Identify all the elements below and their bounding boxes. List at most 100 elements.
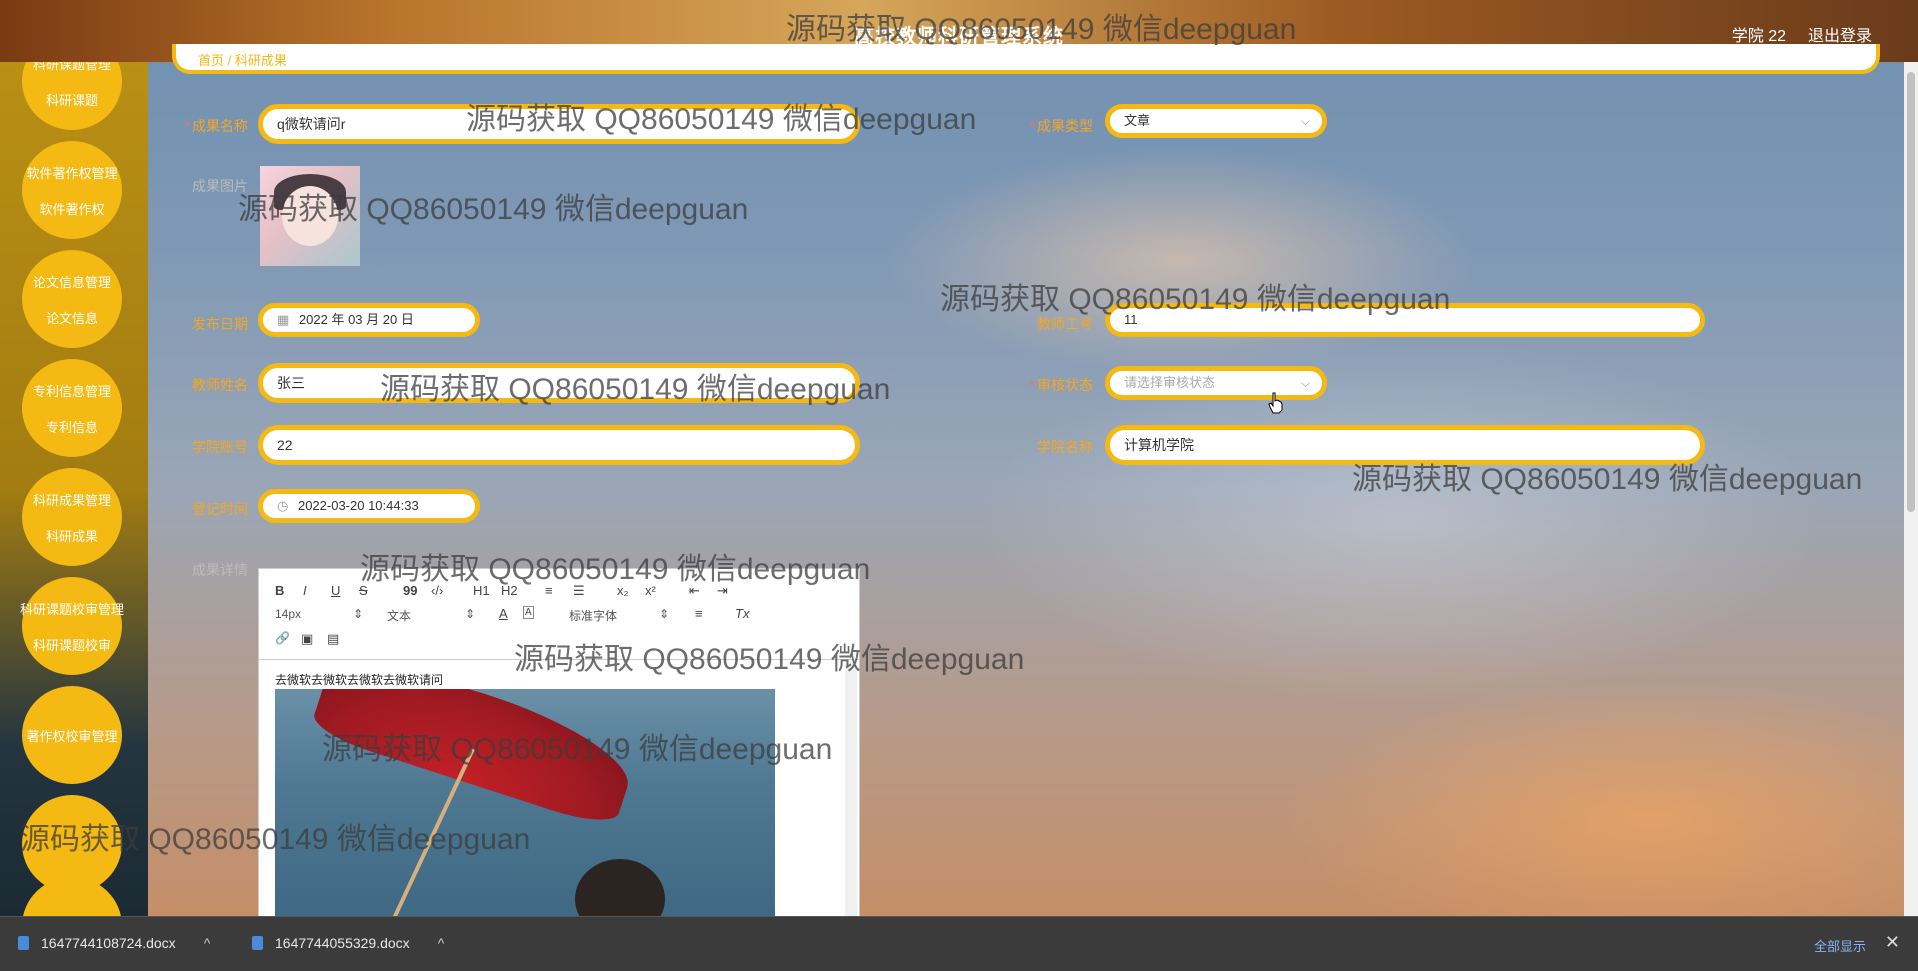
link-icon[interactable]: 🔗	[275, 631, 290, 645]
chevron-down-icon: ⌵	[1300, 376, 1310, 390]
underline-button[interactable]: U	[331, 583, 340, 598]
name-label: * 成果名称	[184, 118, 248, 134]
sidebar-item-topic-review[interactable]: 科研课题校审管理 科研课题校审	[20, 577, 124, 675]
blockquote-button[interactable]: 99	[403, 583, 417, 598]
sidebar-item-research-topic[interactable]: 科研课题管理 科研课题	[22, 62, 122, 130]
college-no-input[interactable]: 22	[258, 425, 860, 465]
type-select-value: 文章	[1124, 113, 1151, 128]
breadcrumb: 首页 / 科研成果	[172, 44, 1880, 74]
font-size-select[interactable]: 14px	[275, 607, 301, 621]
download-item[interactable]: 1647744108724.docx ^	[18, 935, 210, 951]
register-time-label: 登记时间	[192, 501, 248, 517]
image-label: 成果图片	[192, 178, 248, 194]
editor-content-text[interactable]: 去微软去微软去微软去微软请问	[275, 671, 443, 688]
download-item[interactable]: 1647744055329.docx ^	[252, 935, 444, 951]
chevron-up-icon[interactable]: ^	[204, 935, 211, 951]
sidebar-subitem-label[interactable]: 科研课题校审	[0, 635, 148, 654]
editor-content-image[interactable]	[275, 689, 775, 929]
download-filename: 1647744108724.docx	[41, 935, 176, 951]
sidebar-item-label: 论文信息管理	[32, 275, 111, 290]
date-value: 2022 年 03 月 20 日	[298, 312, 414, 327]
italic-button[interactable]: I	[303, 583, 307, 598]
date-label: 发布日期	[192, 316, 248, 332]
sidebar-subitem-label[interactable]: 科研课题	[0, 90, 148, 109]
sidebar-item-label: 软件著作权管理	[26, 166, 118, 181]
sidebar-item-research-results[interactable]: 科研成果管理 科研成果	[22, 468, 122, 566]
download-filename: 1647744055329.docx	[275, 935, 410, 951]
result-image-thumbnail[interactable]	[260, 166, 360, 266]
superscript-button[interactable]: x²	[645, 583, 656, 598]
register-time-picker[interactable]: ◷ 2022-03-20 10:44:33	[258, 489, 480, 523]
chevron-updown-icon: ⇕	[465, 607, 476, 621]
sidebar-item-software-copyright[interactable]: 软件著作权管理 软件著作权	[22, 141, 122, 239]
h1-button[interactable]: H1	[473, 583, 490, 598]
logout-button[interactable]: 退出登录	[1808, 22, 1872, 46]
rich-text-editor[interactable]: B I U S 99 ‹/› H1 H2 ≡ ☰ x₂ x² ⇤ ⇥ 14px …	[258, 568, 860, 929]
indent-button[interactable]: ⇥	[717, 583, 728, 599]
teacher-no-label: 教师工号	[1037, 316, 1093, 332]
sidebar-subitem-label[interactable]: 专利信息	[0, 417, 148, 436]
type-select[interactable]: 文章 ⌵	[1105, 104, 1327, 138]
align-button[interactable]: ≡	[695, 606, 703, 621]
strike-button[interactable]: S	[359, 583, 368, 598]
register-time-value: 2022-03-20 10:44:33	[297, 498, 419, 513]
chevron-up-icon[interactable]: ^	[438, 935, 445, 951]
sidebar-item-patent-info[interactable]: 专利信息管理 专利信息	[22, 359, 122, 457]
subscript-button[interactable]: x₂	[617, 583, 629, 598]
type-label: * 成果类型	[1029, 118, 1093, 134]
chevron-updown-icon: ⇕	[353, 607, 364, 621]
show-all-downloads-link[interactable]: 全部显示	[1814, 936, 1866, 955]
sidebar-item-label: 科研课题管理	[32, 62, 111, 72]
name-input[interactable]: q微软请问r	[258, 104, 860, 144]
review-status-select[interactable]: 请选择审核状态 ⌵	[1105, 366, 1327, 400]
college-name-label: 学院名称	[1037, 439, 1093, 455]
text-format-select[interactable]: 文本	[387, 607, 411, 624]
video-icon[interactable]: ▤	[327, 631, 339, 647]
close-icon[interactable]: ✕	[1885, 932, 1900, 953]
hand-cursor-icon	[1268, 392, 1283, 414]
user-label: 学院 22	[1731, 28, 1786, 45]
ordered-list-button[interactable]: ≡	[545, 583, 553, 598]
chevron-updown-icon: ⇕	[659, 607, 670, 621]
review-status-label: * 审核状态	[1029, 377, 1093, 393]
font-family-select[interactable]: 标准字体	[569, 607, 617, 624]
page-scrollbar-thumb[interactable]	[1907, 72, 1915, 512]
college-no-label: 学院账号	[192, 439, 248, 455]
bullet-list-button[interactable]: ☰	[573, 583, 585, 599]
outdent-button[interactable]: ⇤	[689, 583, 700, 599]
sidebar-item-copyright-review[interactable]: 著作权校审管理	[22, 686, 122, 784]
chevron-down-icon: ⌵	[1300, 114, 1310, 128]
image-icon[interactable]: ▣	[301, 631, 313, 647]
teacher-name-label: 教师姓名	[192, 377, 248, 393]
sidebar-subitem-label[interactable]: 软件著作权	[0, 199, 148, 218]
detail-label: 成果详情	[192, 562, 248, 578]
sidebar-item-paper-info[interactable]: 论文信息管理 论文信息	[22, 250, 122, 348]
word-doc-icon	[18, 936, 29, 950]
bold-button[interactable]: B	[275, 583, 284, 598]
editor-scrollbar[interactable]	[845, 661, 857, 927]
word-doc-icon	[252, 936, 263, 950]
download-bar: 1647744108724.docx ^ 1647744055329.docx ^ …	[0, 916, 1918, 971]
sidebar: 科研课题管理 科研课题 软件著作权管理 软件著作权 论文信息管理 论文信息 专利…	[0, 62, 148, 917]
review-status-placeholder: 请选择审核状态	[1124, 375, 1216, 390]
calendar-icon: ▦	[277, 312, 290, 327]
sidebar-item-more-2[interactable]	[22, 877, 122, 917]
teacher-no-input[interactable]: 11	[1105, 303, 1705, 337]
teacher-name-input[interactable]: 张三	[258, 363, 860, 403]
breadcrumb-text[interactable]: 首页 / 科研成果	[198, 50, 287, 69]
background-color-button[interactable]: A	[523, 606, 534, 619]
h2-button[interactable]: H2	[501, 583, 518, 598]
college-name-input[interactable]: 计算机学院	[1105, 425, 1705, 465]
code-block-button[interactable]: ‹/›	[431, 583, 443, 598]
sidebar-item-label: 科研课题校审管理	[19, 602, 124, 617]
editor-toolbar: B I U S 99 ‹/› H1 H2 ≡ ☰ x₂ x² ⇤ ⇥ 14px …	[259, 569, 859, 660]
clear-format-button[interactable]: Tx	[735, 606, 749, 621]
date-picker[interactable]: ▦ 2022 年 03 月 20 日	[258, 303, 480, 337]
sidebar-subitem-label[interactable]: 论文信息	[0, 308, 148, 327]
page-scrollbar[interactable]	[1904, 62, 1918, 917]
font-color-button[interactable]: A	[499, 606, 508, 621]
sidebar-subitem-label[interactable]: 科研成果	[0, 526, 148, 545]
sidebar-item-label: 著作权校审管理	[26, 729, 118, 744]
clock-icon: ◷	[277, 498, 289, 513]
sidebar-item-label: 专利信息管理	[32, 384, 111, 399]
